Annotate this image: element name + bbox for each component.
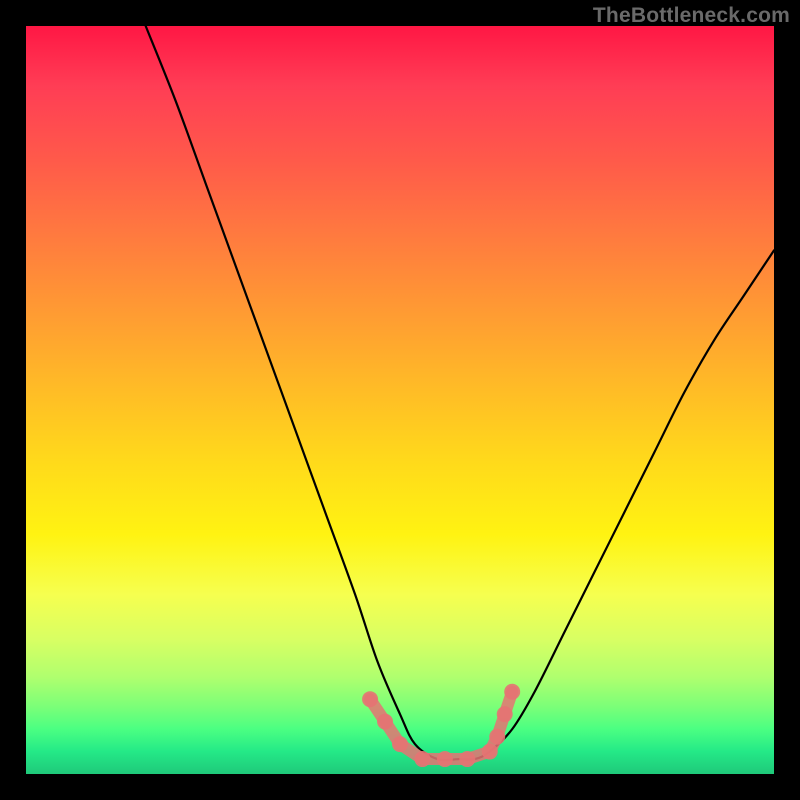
chart-svg (26, 26, 774, 774)
chart-plot-area (26, 26, 774, 774)
highlight-trough (370, 692, 512, 759)
chart-frame: TheBottleneck.com (0, 0, 800, 800)
bottleneck-curve (146, 26, 774, 760)
watermark-text: TheBottleneck.com (593, 4, 790, 28)
